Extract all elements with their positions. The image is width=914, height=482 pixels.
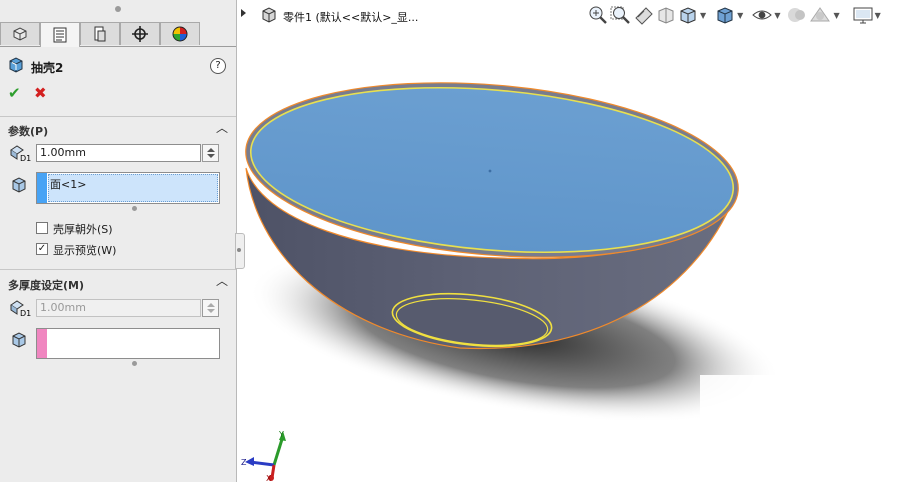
- triad-z-label: Z: [241, 458, 247, 467]
- triad-y-label: Y: [278, 430, 284, 439]
- collapse-chevron-icon[interactable]: ︿: [216, 272, 228, 289]
- part-icon: [262, 7, 276, 23]
- heads-up-view-toolbar: ▼ ▼ ▼ ▼ ▼: [587, 5, 881, 25]
- manager-tabs: [0, 22, 236, 47]
- list-resize-grip[interactable]: [132, 361, 137, 366]
- view-settings-dropdown-icon[interactable]: ▼: [875, 11, 881, 20]
- cancel-button[interactable]: ✖: [34, 84, 47, 102]
- feature-tree-expand-icon[interactable]: [241, 9, 246, 17]
- tab-dimxpert-manager[interactable]: [120, 22, 160, 45]
- property-manager-icon: [53, 27, 67, 43]
- view-orientation-icon[interactable]: [677, 5, 699, 25]
- collapse-chevron-icon[interactable]: ︿: [216, 119, 228, 136]
- previous-view-icon[interactable]: [633, 5, 655, 25]
- feature-title: 抽壳2: [31, 61, 64, 75]
- multi-thickness-faces-icon: [12, 332, 26, 348]
- dimxpert-icon: [132, 26, 148, 42]
- apply-scene-dropdown-icon[interactable]: ▼: [833, 11, 839, 20]
- show-preview-label: 显示预览(W): [53, 244, 117, 257]
- multi-thickness-section-title: 多厚度设定(M): [8, 279, 85, 292]
- ok-button[interactable]: ✔: [8, 84, 21, 102]
- feature-manager-icon: [13, 27, 27, 41]
- origin-point: [488, 169, 492, 173]
- tab-configuration-manager[interactable]: [80, 22, 120, 45]
- parameters-section-title: 参数(P): [8, 125, 49, 138]
- faces-to-remove-icon: [12, 177, 26, 193]
- multi-faces-color-swatch: [37, 329, 47, 358]
- display-style-icon[interactable]: [714, 5, 736, 25]
- tab-feature-manager[interactable]: [0, 22, 40, 45]
- zoom-to-area-icon[interactable]: [609, 5, 633, 25]
- multi-thickness-faces-list[interactable]: [36, 328, 220, 359]
- graphics-area[interactable]: Y Z X: [237, 0, 914, 482]
- faces-color-swatch: [37, 173, 47, 203]
- view-orientation-dropdown-icon[interactable]: ▼: [700, 11, 706, 20]
- property-manager-panel: 抽壳2 ? ✔ ✖ 参数(P) ︿ D1 1.00mm 面<1> 壳厚朝外(S)…: [0, 0, 237, 482]
- part-title[interactable]: 零件1 (默认<<默认>_显...: [283, 9, 418, 25]
- svg-text:D1: D1: [20, 154, 31, 162]
- multi-thickness-input[interactable]: 1.00mm: [36, 299, 201, 317]
- multi-thickness-icon: D1: [10, 300, 31, 317]
- edit-appearance-icon[interactable]: [786, 5, 808, 25]
- list-resize-grip[interactable]: [132, 206, 137, 211]
- tab-display-manager[interactable]: [160, 22, 200, 45]
- parameters-section-header[interactable]: 参数(P) ︿: [0, 116, 236, 141]
- apply-scene-icon[interactable]: [808, 5, 832, 25]
- viewport-blank-area: [700, 375, 914, 482]
- shell-outward-label: 壳厚朝外(S): [53, 223, 113, 236]
- svg-text:D1: D1: [20, 309, 31, 317]
- thickness-icon: D1: [10, 145, 31, 162]
- zoom-to-fit-icon[interactable]: [587, 5, 609, 25]
- tab-property-manager[interactable]: [40, 22, 80, 47]
- display-style-dropdown-icon[interactable]: ▼: [737, 11, 743, 20]
- model-viewport[interactable]: [237, 0, 914, 482]
- show-preview-checkbox[interactable]: ✓: [36, 243, 48, 255]
- section-view-icon[interactable]: [655, 5, 677, 25]
- shell-feature-icon: [9, 57, 23, 73]
- help-button[interactable]: ?: [210, 58, 226, 74]
- display-manager-icon: [172, 26, 188, 42]
- view-settings-icon[interactable]: [852, 5, 874, 25]
- triad-x-label: X: [266, 474, 272, 482]
- configuration-manager-icon: [94, 26, 106, 42]
- face-list-item[interactable]: 面<1>: [50, 176, 86, 192]
- feature-title-row: 抽壳2 ?: [0, 52, 236, 78]
- shell-outward-checkbox[interactable]: [36, 222, 48, 234]
- multi-thickness-section-header[interactable]: 多厚度设定(M) ︿: [0, 269, 236, 294]
- hide-show-items-icon[interactable]: [751, 5, 773, 25]
- panel-splitter-grip[interactable]: [115, 6, 121, 12]
- thickness-spinner[interactable]: [202, 144, 219, 162]
- thickness-input[interactable]: 1.00mm: [36, 144, 201, 162]
- multi-thickness-spinner[interactable]: [202, 299, 219, 317]
- hide-show-dropdown-icon[interactable]: ▼: [774, 11, 780, 20]
- faces-to-remove-list[interactable]: 面<1>: [36, 172, 220, 204]
- coordinate-triad: Y Z X: [241, 430, 286, 482]
